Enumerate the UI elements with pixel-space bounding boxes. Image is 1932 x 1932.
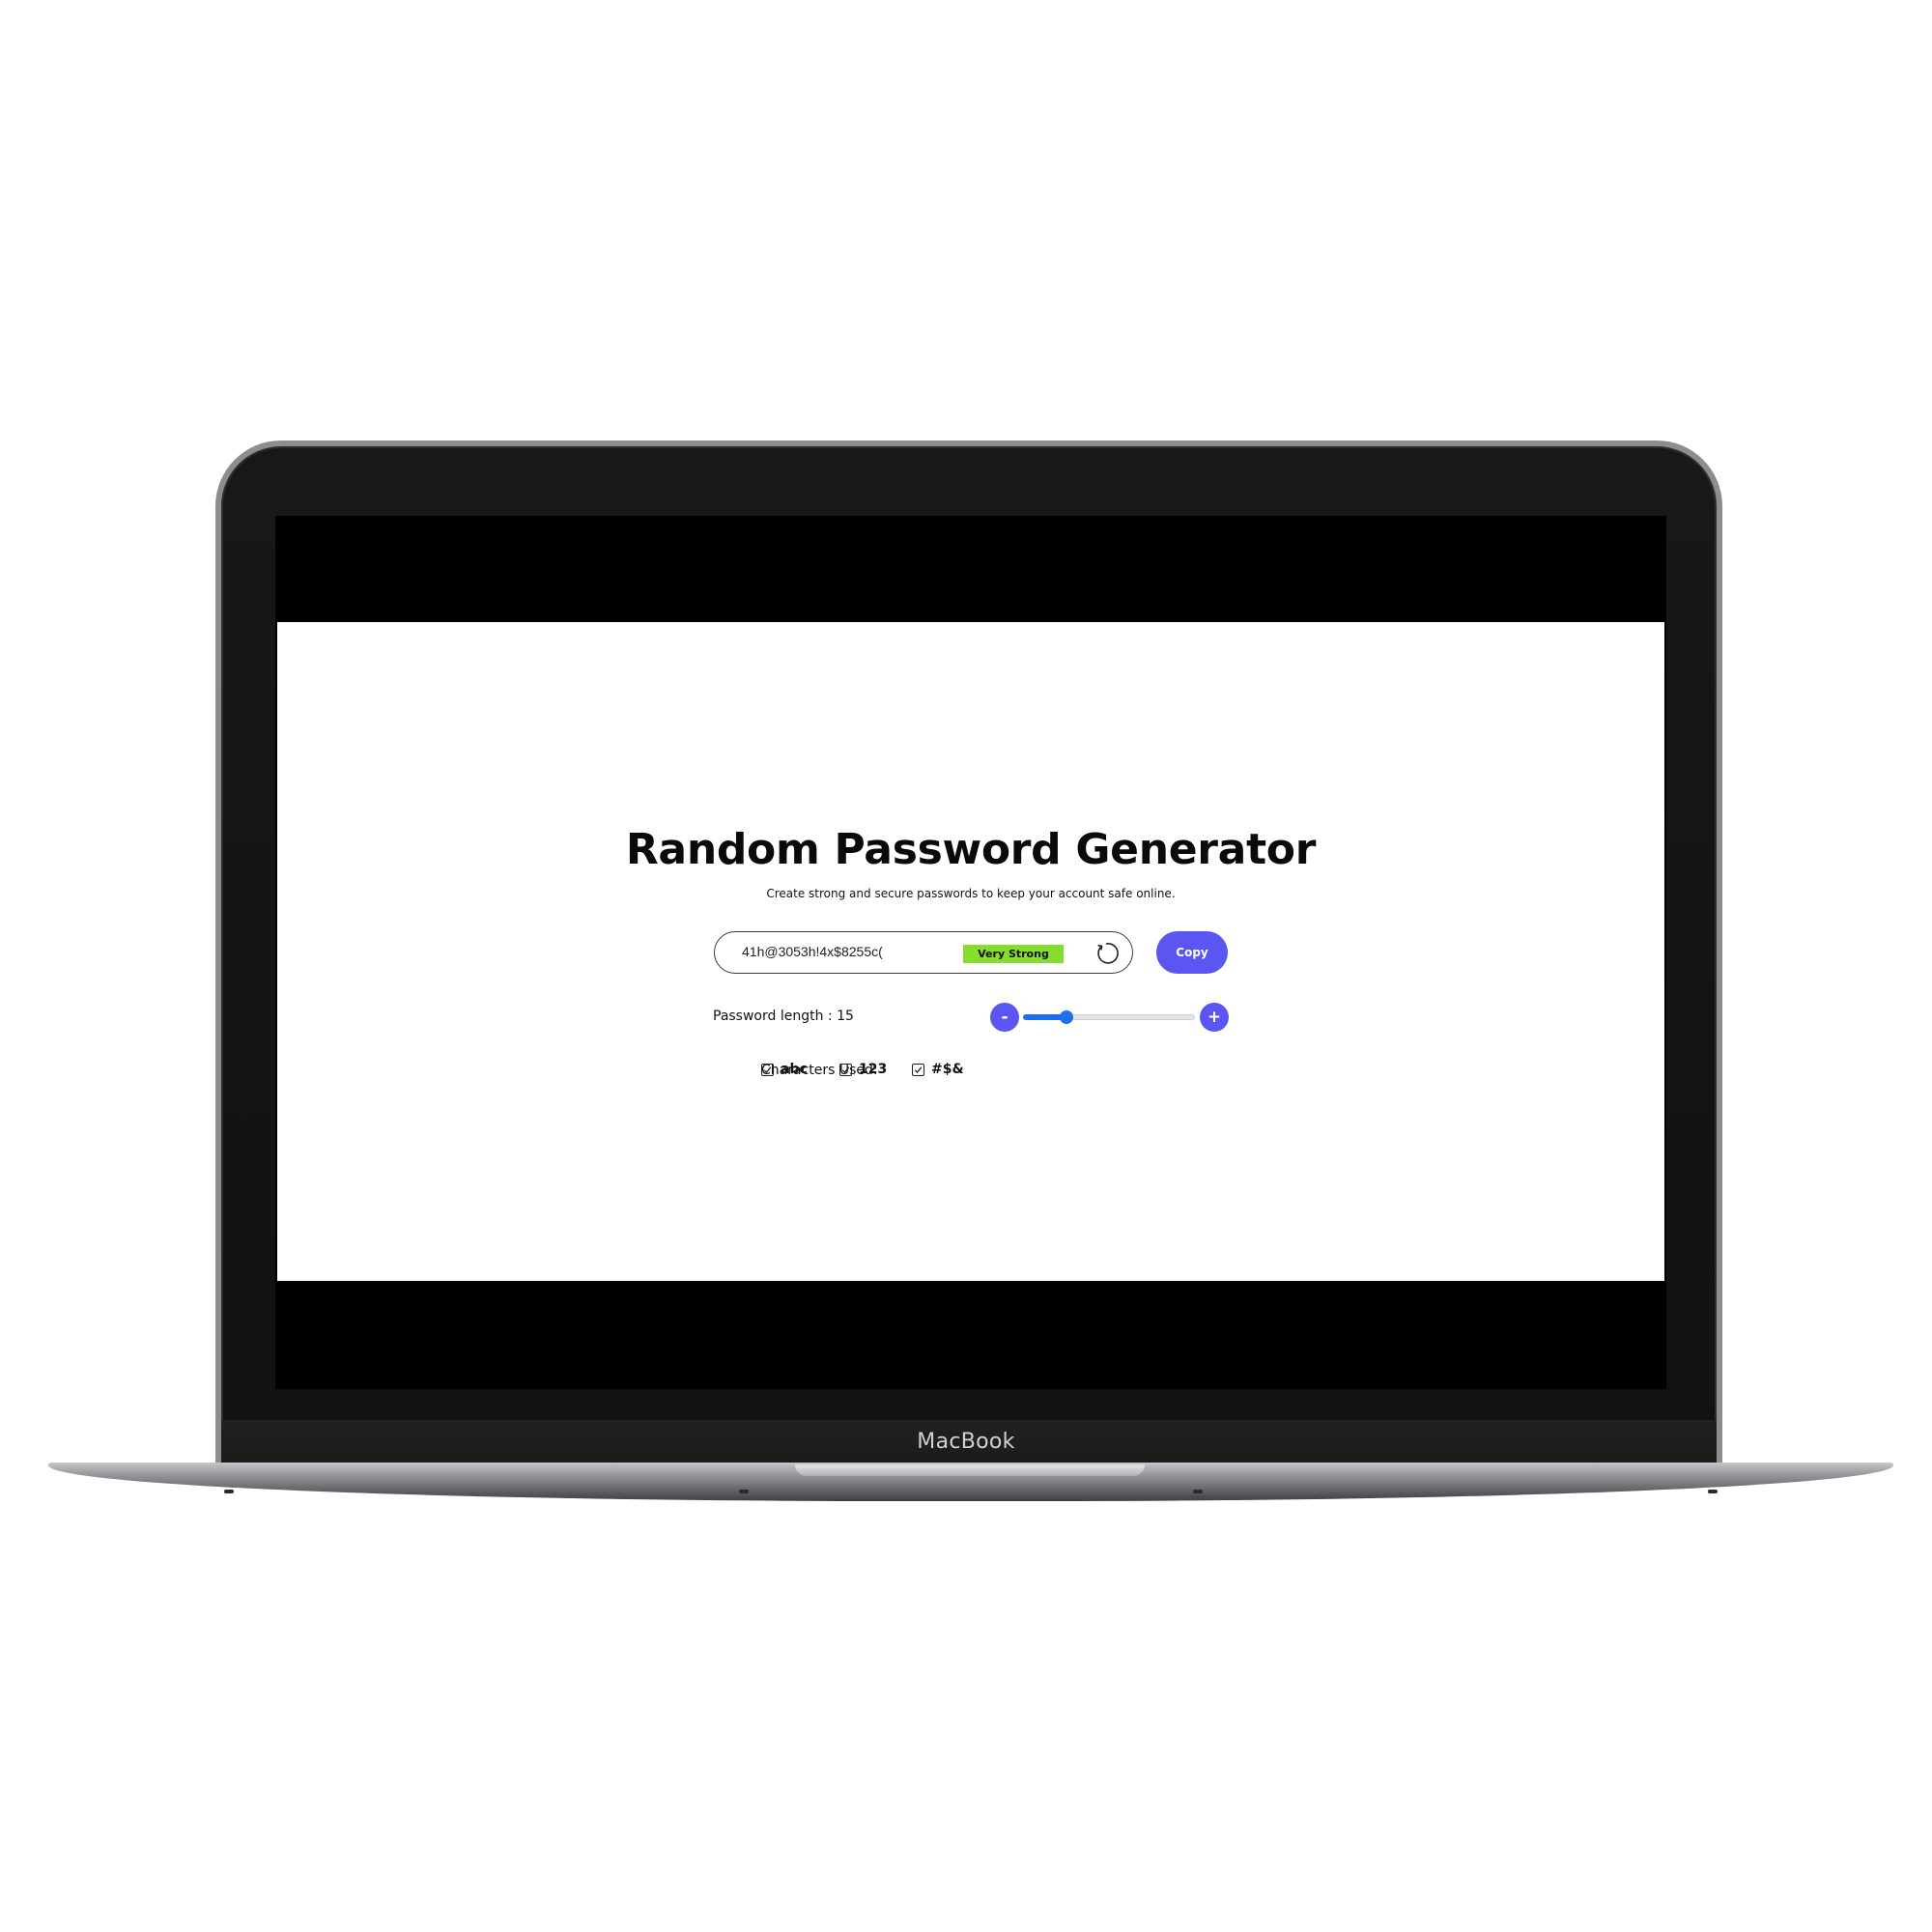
numbers-checkbox-option[interactable]: 123 (839, 1062, 887, 1077)
checkbox-label: abc (781, 1062, 808, 1077)
password-generator-app: Random Password Generator Create strong … (277, 622, 1664, 1281)
password-length-label: Password length : 15 (713, 1009, 854, 1024)
strength-badge: Very Strong (963, 945, 1064, 963)
laptop-hinge-notch (795, 1464, 1145, 1476)
check-icon (914, 1065, 923, 1073)
page-subtitle: Create strong and secure passwords to ke… (766, 887, 1176, 900)
length-slider-thumb[interactable] (1059, 1010, 1073, 1024)
laptop-foot (1193, 1490, 1203, 1493)
device-brand-label: MacBook (917, 1430, 1015, 1454)
check-icon (841, 1065, 850, 1073)
increase-length-button[interactable]: + (1200, 1003, 1229, 1032)
refresh-icon[interactable] (1094, 941, 1120, 966)
symbols-checkbox-option[interactable]: #$& (912, 1062, 964, 1077)
lowercase-checkbox-option[interactable]: abc (761, 1062, 808, 1077)
check-icon (763, 1065, 772, 1073)
checkbox[interactable] (761, 1063, 774, 1076)
checkbox[interactable] (912, 1063, 924, 1076)
password-value[interactable]: 41h@3053h!4x$8255c( (742, 944, 883, 959)
page-title: Random Password Generator (625, 825, 1317, 874)
laptop-foot (739, 1490, 749, 1493)
checkbox-label: 123 (859, 1062, 888, 1077)
laptop-foot (1708, 1490, 1718, 1493)
copy-button[interactable]: Copy (1156, 931, 1228, 974)
decrease-length-button[interactable]: - (990, 1003, 1019, 1032)
laptop-foot (224, 1490, 234, 1493)
checkbox-label: #$& (931, 1062, 964, 1077)
password-field[interactable]: 41h@3053h!4x$8255c( Very Strong (714, 931, 1133, 974)
checkbox[interactable] (839, 1063, 852, 1076)
